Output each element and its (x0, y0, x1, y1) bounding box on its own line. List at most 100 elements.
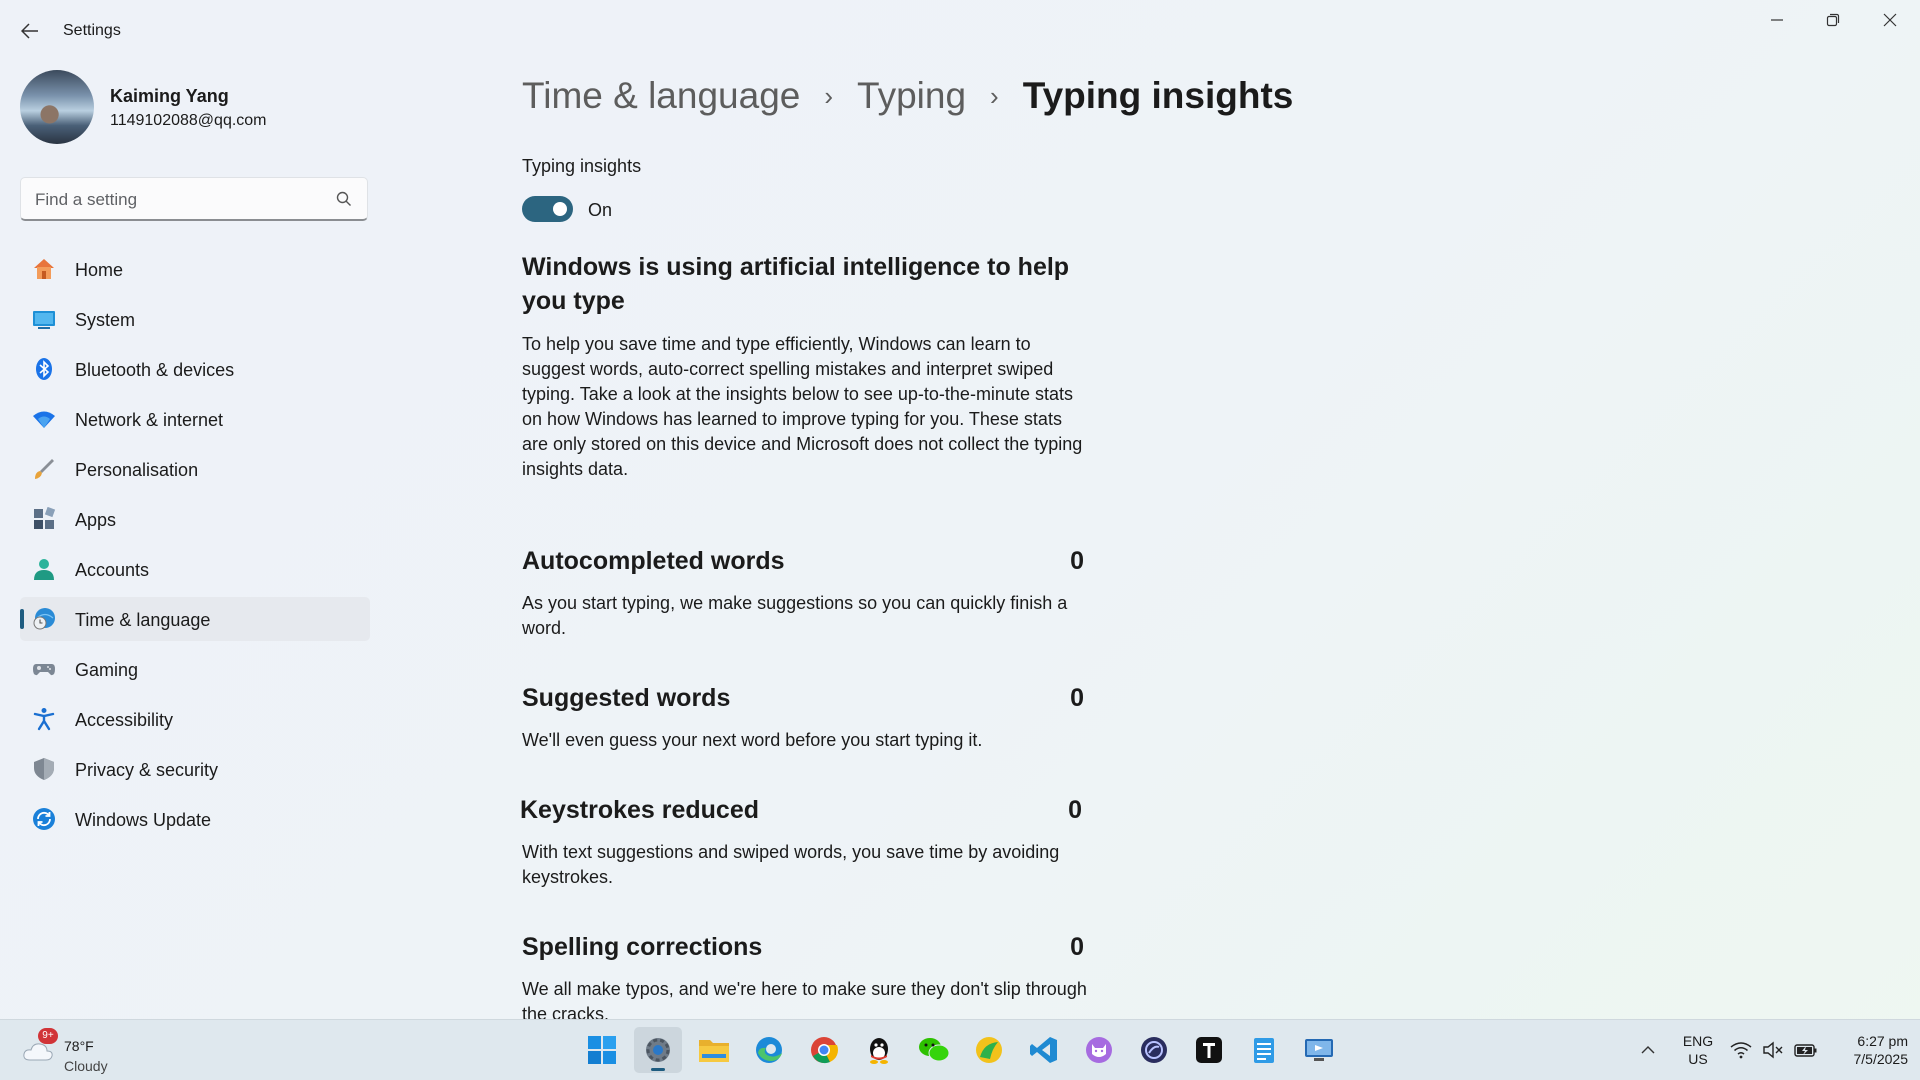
ai-description: To help you save time and type efficient… (522, 334, 1083, 479)
breadcrumb: Time & language › Typing › Typing insigh… (522, 70, 1293, 122)
stat-value: 0 (1068, 796, 1082, 824)
weather-condition: Cloudy (64, 1058, 108, 1074)
toggle-state-text: On (588, 200, 613, 220)
update-icon (33, 808, 55, 830)
sidebar-item-label: Time & language (75, 610, 211, 630)
sidebar-item-accounts[interactable]: Accounts (20, 547, 370, 591)
window-content: Kaiming Yang 1149102088@qq.com Find a se… (0, 0, 1920, 1019)
weather-widget[interactable]: 9+ 78°F Cloudy (18, 1028, 128, 1074)
shield-icon (34, 758, 54, 780)
toggle-knob (553, 202, 567, 216)
search-input[interactable]: Find a setting (20, 177, 368, 221)
sidebar-item-label: Personalisation (75, 460, 199, 480)
sidebar-item-apps[interactable]: Apps (20, 497, 370, 541)
sidebar-item-network[interactable]: Network & internet (20, 397, 370, 441)
clock-date: 7/5/2025 (1853, 1051, 1909, 1067)
taskbar-start-button[interactable] (578, 1027, 626, 1073)
sidebar-item-label: Accessibility (75, 710, 174, 730)
taskbar-notepad[interactable] (1240, 1027, 1288, 1073)
notification-badge: 9+ (38, 1028, 58, 1044)
wifi-status-icon (1730, 1042, 1752, 1059)
sidebar-item-privacy[interactable]: Privacy & security (20, 747, 370, 791)
chevron-up-icon (1641, 1046, 1655, 1054)
sidebar-item-accessibility[interactable]: Accessibility (20, 697, 370, 741)
sidebar-item-label: Privacy & security (75, 760, 219, 780)
stat-title: Spelling corrections (522, 933, 763, 961)
user-email: 1149102088@qq.com (110, 112, 267, 129)
file-explorer-icon (699, 1040, 729, 1062)
stat-description: We'll even guess your next word before y… (522, 730, 983, 750)
sidebar-item-label: System (75, 310, 136, 330)
sidebar-item-label: Network & internet (75, 410, 224, 430)
taskbar: 9+ 78°F Cloudy ENG US 6:27 pm 7/5/2025 (0, 1019, 1920, 1080)
stat-title: Suggested words (522, 684, 731, 712)
taskbar-green-app[interactable] (965, 1027, 1013, 1073)
sidebar-nav: Home System Bluetooth & devices Network … (20, 247, 370, 847)
user-profile[interactable]: Kaiming Yang 1149102088@qq.com (20, 70, 380, 146)
taskbar-edge[interactable] (745, 1027, 793, 1073)
sidebar-item-label: Bluetooth & devices (75, 360, 235, 380)
typing-insights-toggle[interactable] (522, 196, 573, 222)
sidebar-item-gaming[interactable]: Gaming (20, 647, 370, 691)
chrome-icon (811, 1037, 838, 1064)
typing-insights-label: Typing insights (522, 156, 642, 176)
wifi-icon (33, 411, 55, 428)
cat-app-icon (1086, 1037, 1112, 1063)
stat-value: 0 (1070, 933, 1084, 961)
stat-description: With text suggestions and swiped words, … (522, 842, 1060, 887)
circle-app-icon (1141, 1037, 1167, 1063)
time-language-icon (33, 608, 55, 630)
breadcrumb-typing[interactable]: Typing (857, 75, 966, 117)
sidebar-item-time-language[interactable]: Time & language (20, 597, 370, 641)
sidebar-item-personalisation[interactable]: Personalisation (20, 447, 370, 491)
settings-icon (646, 1038, 670, 1062)
sidebar-item-label: Home (75, 260, 124, 280)
ai-heading: Windows is using artificial intelligence… (522, 253, 1070, 315)
sidebar-item-bluetooth[interactable]: Bluetooth & devices (20, 347, 370, 391)
taskbar-typora[interactable] (1185, 1027, 1233, 1073)
taskbar-file-explorer[interactable] (690, 1027, 738, 1073)
green-app-icon (976, 1037, 1002, 1063)
apps-icon (34, 507, 56, 529)
taskbar-vscode[interactable] (1020, 1027, 1068, 1073)
taskbar-circle-app[interactable] (1130, 1027, 1178, 1073)
sidebar-item-home[interactable]: Home (20, 247, 370, 291)
region-code: US (1688, 1051, 1708, 1067)
start-icon (588, 1036, 616, 1064)
remote-desktop-icon (1305, 1039, 1333, 1061)
taskbar-settings[interactable] (634, 1027, 682, 1073)
taskbar-remote-desktop[interactable] (1295, 1027, 1343, 1073)
taskbar-cat-app[interactable] (1075, 1027, 1123, 1073)
sidebar-item-label: Gaming (75, 660, 139, 680)
vscode-icon (1030, 1037, 1057, 1063)
chevron-right-icon: › (824, 80, 834, 111)
sidebar-item-windows-update[interactable]: Windows Update (20, 797, 370, 841)
taskbar-qq[interactable] (855, 1027, 903, 1073)
input-language-indicator[interactable]: ENG US (1680, 1032, 1716, 1068)
wechat-icon (919, 1038, 950, 1062)
volume-muted-icon (1763, 1041, 1783, 1059)
system-tray-status[interactable] (1730, 1036, 1818, 1064)
home-icon (34, 259, 54, 279)
edge-icon (756, 1037, 782, 1063)
stat-description: We all make typos, and we're here to mak… (522, 979, 1087, 1019)
stat-description: As you start typing, we make suggestions… (522, 593, 1068, 638)
system-icon (33, 311, 55, 329)
bluetooth-icon (36, 358, 52, 380)
notepad-icon (1254, 1038, 1274, 1063)
typora-icon (1196, 1037, 1222, 1063)
taskbar-clock[interactable]: 6:27 pm 7/5/2025 (1818, 1032, 1909, 1068)
sidebar-item-label: Accounts (75, 560, 150, 580)
chevron-right-icon: › (990, 80, 999, 111)
taskbar-wechat[interactable] (910, 1027, 958, 1073)
gamepad-icon (33, 664, 55, 676)
breadcrumb-time-language[interactable]: Time & language (522, 75, 800, 117)
qq-icon (870, 1038, 888, 1064)
avatar (20, 70, 94, 144)
sidebar-item-system[interactable]: System (20, 297, 370, 341)
user-name: Kaiming Yang (110, 86, 229, 106)
accounts-icon (34, 559, 54, 580)
taskbar-chrome[interactable] (800, 1027, 848, 1073)
language-code: ENG (1682, 1033, 1714, 1049)
show-hidden-icons-button[interactable] (1636, 1036, 1660, 1064)
